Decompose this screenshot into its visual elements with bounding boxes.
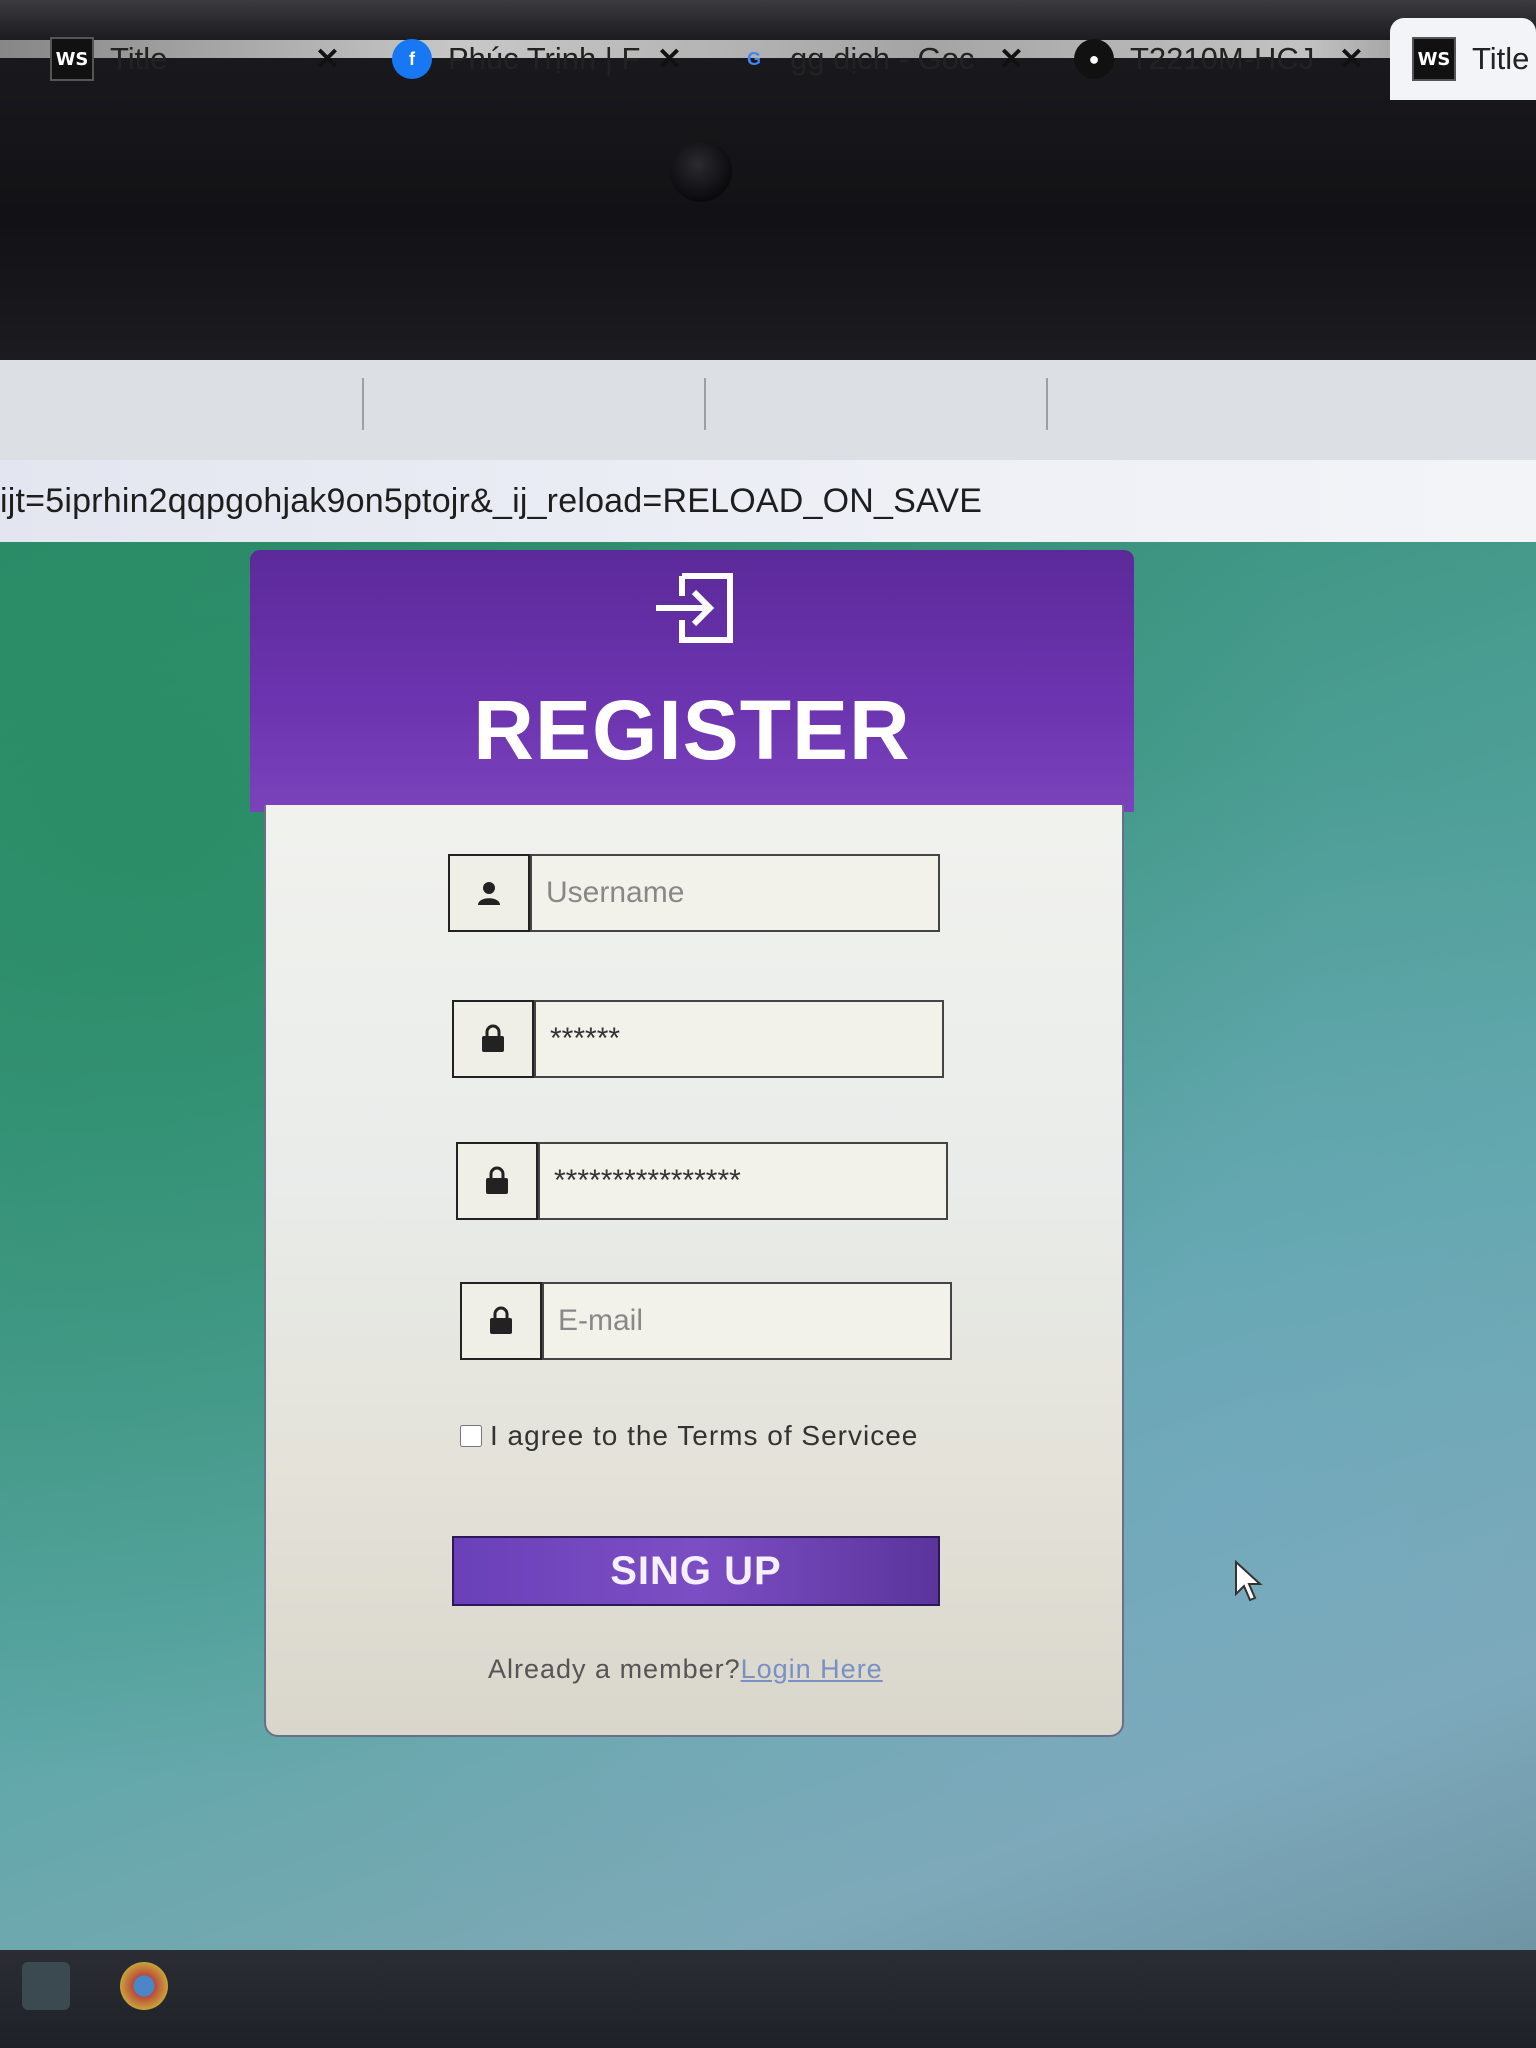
- chrome-icon[interactable]: [120, 1962, 168, 2010]
- email-field: [460, 1282, 952, 1360]
- username-field: [448, 854, 940, 932]
- tab-github[interactable]: ● T2210M-HCJ ✕: [1074, 18, 1364, 100]
- close-icon[interactable]: ✕: [315, 42, 340, 77]
- email-input[interactable]: [542, 1282, 952, 1360]
- password-input[interactable]: [534, 1000, 944, 1078]
- webstorm-icon: WS: [50, 37, 94, 81]
- signup-button[interactable]: SING UP: [452, 1536, 940, 1606]
- login-prompt: Already a member?Login Here: [488, 1654, 883, 1685]
- tab-label: T2210M-HCJ: [1130, 41, 1315, 76]
- facebook-icon: f: [392, 39, 432, 79]
- close-icon[interactable]: ✕: [657, 42, 682, 77]
- tab-label: gg dịch - Goc: [790, 41, 975, 76]
- github-icon: ●: [1074, 39, 1114, 79]
- lock-icon: [460, 1282, 542, 1360]
- close-icon[interactable]: ✕: [1339, 42, 1364, 77]
- browser-tab-bar: [0, 360, 1536, 460]
- tab-separator: [1046, 378, 1048, 430]
- tab-label: Title: [110, 41, 168, 76]
- tab-label: Phúc Trịnh | F: [448, 41, 641, 76]
- tab-google-translate[interactable]: G gg dịch - Goc ✕: [734, 18, 1024, 100]
- confirm-password-field: [456, 1142, 948, 1220]
- tab-facebook[interactable]: f Phúc Trịnh | F ✕: [392, 18, 682, 100]
- tab-separator: [704, 378, 706, 430]
- already-member-text: Already a member?: [488, 1654, 741, 1684]
- confirm-password-input[interactable]: [538, 1142, 948, 1220]
- tab-separator: [362, 378, 364, 430]
- page-title: REGISTER: [473, 683, 911, 777]
- lock-icon: [456, 1142, 538, 1220]
- tab-title[interactable]: WS Title ✕: [50, 18, 340, 100]
- lock-icon: [452, 1000, 534, 1078]
- taskbar: [0, 1950, 1536, 2048]
- terms-row[interactable]: I agree to the Terms of Servicee: [460, 1420, 918, 1452]
- mouse-cursor-icon: [1235, 1560, 1263, 1602]
- user-icon: [448, 854, 530, 932]
- tab-title-active[interactable]: WS Title: [1390, 18, 1536, 100]
- terms-checkbox[interactable]: [460, 1425, 482, 1447]
- url-text: ijt=5iprhin2qqpgohjak9on5ptojr&_ij_reloa…: [0, 481, 983, 520]
- terms-label: I agree to the Terms of Servicee: [490, 1420, 919, 1451]
- username-input[interactable]: [530, 854, 940, 932]
- address-bar[interactable]: ijt=5iprhin2qqpgohjak9on5ptojr&_ij_reloa…: [0, 460, 1536, 542]
- webstorm-icon: WS: [1412, 37, 1456, 81]
- google-icon: G: [746, 48, 761, 69]
- login-link[interactable]: Login Here: [741, 1654, 883, 1684]
- login-icon: [656, 573, 733, 643]
- webcam: [670, 140, 732, 202]
- close-icon[interactable]: ✕: [999, 42, 1024, 77]
- tab-label: Title: [1472, 41, 1530, 76]
- password-field: [452, 1000, 944, 1078]
- webstorm-icon[interactable]: [22, 1962, 70, 2010]
